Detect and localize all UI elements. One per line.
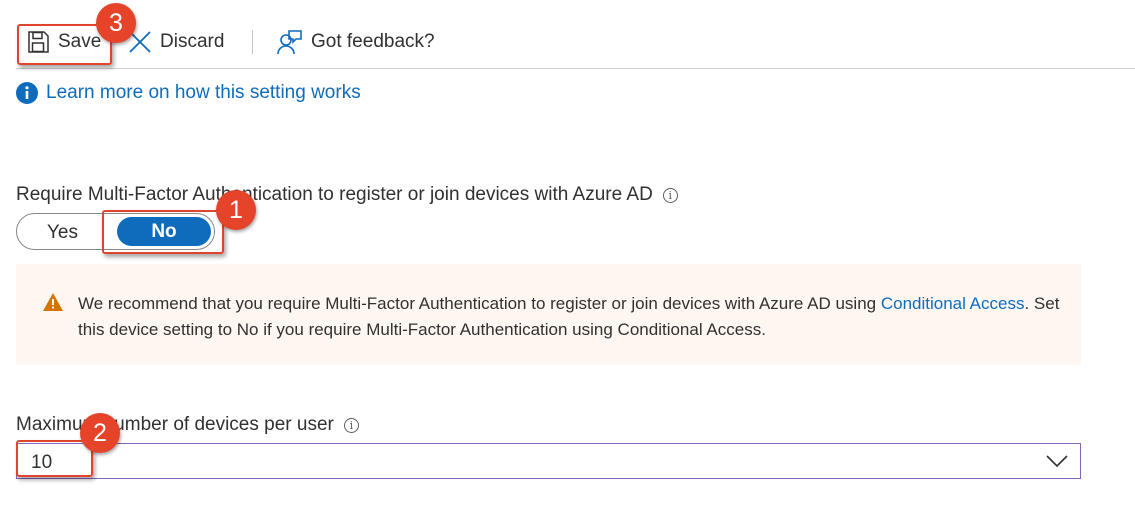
toolbar-separator <box>252 30 253 54</box>
command-bar: Save Discard Got feedback? <box>0 0 1135 70</box>
info-tooltip-icon[interactable]: i <box>343 417 359 433</box>
warning-banner: We recommend that you require Multi-Fact… <box>16 264 1081 365</box>
callout-badge-3: 3 <box>96 3 136 43</box>
feedback-button[interactable]: Got feedback? <box>277 27 435 57</box>
callout-badge-2: 2 <box>80 413 120 453</box>
chevron-down-icon <box>1046 455 1068 468</box>
max-devices-dropdown[interactable]: 10 <box>16 443 1081 479</box>
conditional-access-link[interactable]: Conditional Access <box>881 294 1025 313</box>
info-tooltip-icon[interactable]: i <box>662 187 678 203</box>
max-devices-label: Maximum number of devices per user <box>16 414 334 435</box>
info-icon <box>16 82 38 104</box>
callout-highlight-value <box>16 440 93 477</box>
max-devices-label-row: Maximum number of devices per user i <box>16 414 359 436</box>
discard-label: Discard <box>160 31 225 52</box>
mfa-setting-label-row: Require Multi-Factor Authentication to r… <box>16 184 678 206</box>
learn-more: Learn more on how this setting works <box>16 82 361 104</box>
warning-icon <box>43 293 63 311</box>
discard-button[interactable]: Discard <box>128 27 224 57</box>
toolbar-divider <box>16 68 1135 69</box>
feedback-label: Got feedback? <box>311 31 435 52</box>
toggle-option-yes[interactable]: Yes <box>47 222 78 244</box>
warning-text: We recommend that you require Multi-Fact… <box>78 291 1068 343</box>
learn-more-link[interactable]: Learn more on how this setting works <box>46 82 361 104</box>
mfa-setting-label: Require Multi-Factor Authentication to r… <box>16 184 653 205</box>
callout-highlight-toggle <box>102 210 224 254</box>
warning-text-before: We recommend that you require Multi-Fact… <box>78 294 881 313</box>
feedback-icon <box>277 30 302 55</box>
callout-badge-1: 1 <box>216 190 256 230</box>
